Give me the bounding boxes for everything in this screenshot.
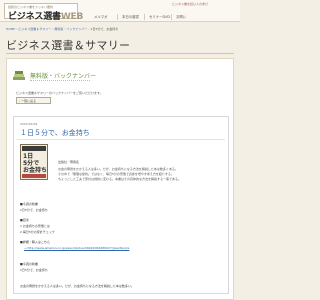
site-logo[interactable]: 話題のビジネス書をスッキリ要約 ビジネス選書WEB [4, 3, 83, 22]
title-divider [6, 53, 234, 54]
section-heading: ■今週の新書 [20, 262, 38, 266]
section-line: 1日5分で、お金持ち [20, 268, 48, 272]
article-lead-text: お金の問題をかかえる人は多い。だが、お金持ちになる方法を解説した本は数多くある。… [58, 167, 224, 182]
logo-title: ビジネス選書WEB [8, 9, 83, 22]
breadcrumb-separator: › [88, 27, 90, 31]
category-heading: 無料版・バックナンバー [30, 73, 97, 80]
site-header: 話題のビジネス書をスッキリ要約 ビジネス選書WEB ビジネス書を読む人の学び メ… [0, 0, 240, 22]
logo-main-text: ビジネス選書 [8, 12, 61, 22]
breadcrumb: HOME › ビジネス選書＆サマリー › 無料版・バックナンバー › 1日5分で… [6, 27, 118, 31]
section-heading: ■詳細・購入はこちら [20, 240, 50, 244]
nav-item-today[interactable]: 本日の選書 [117, 14, 144, 20]
breadcrumb-backnumber[interactable]: 無料版・バックナンバー [54, 27, 87, 31]
logo-web-text: WEB [60, 12, 84, 22]
section-line: 1 お金持ちの習慣とは [20, 224, 50, 228]
book-cover-footer [22, 174, 46, 178]
back-button-label: 一覧に戻る [21, 99, 37, 103]
book-cover-line: お金持ち [23, 167, 48, 174]
article-title[interactable]: １日５分で、お金持ち [20, 128, 90, 138]
site-tagline: ビジネス書を読む人の学び [172, 2, 209, 6]
nav-item-seminar[interactable]: セミナーDVD [144, 14, 171, 20]
book-stack-icon [13, 71, 25, 80]
category-intro: ビジネス選書＆サマリーのバックナンバーをご覧いただけます。 [16, 91, 103, 95]
breadcrumb-home[interactable]: HOME [6, 27, 15, 31]
book-cover-band [22, 146, 46, 151]
book-cover-line: 5分で [23, 160, 40, 167]
article-date: 2007/01/09 [20, 122, 38, 126]
article-book-info: 出版社／著者名 [58, 160, 80, 164]
main-nav: メルマガ 本日の選書 セミナーDVD お問い [90, 14, 198, 20]
article-footer-text: お金の問題をかかえる人は多い。だが、お金持ちになる方法を解説した本は数多い。 [20, 284, 134, 288]
section-line: 1日5分で、お金持ち [20, 208, 48, 212]
book-cover-image[interactable]: 1日 5分で お金持ち [20, 144, 48, 180]
back-to-list-button[interactable]: ‹ 一覧に戻る [16, 97, 51, 104]
section-line: 2 毎日5分の家計チェック [20, 230, 55, 234]
book-cover-title: 1日 5分で お金持ち [23, 153, 47, 174]
page-title: ビジネス選書＆サマリー [6, 39, 131, 52]
breadcrumb-summary[interactable]: ビジネス選書＆サマリー [18, 27, 51, 31]
breadcrumb-current: 1日5分で、お金持ち [90, 27, 119, 31]
nav-item-contact[interactable]: お問い [171, 14, 198, 20]
article-divider [17, 139, 225, 140]
section-heading: ■目次 [20, 218, 29, 222]
book-cover-line: 1日 [23, 153, 34, 160]
category-underline [30, 80, 90, 81]
article-lead-line: ちょっとした工夫で家計は劇的に変わる。本書はその具体的な方法を解説する一冊である… [58, 177, 181, 181]
nav-item-mailmag[interactable]: メルマガ [90, 14, 117, 20]
amazon-link[interactable]: → http://www.amazon.co.jp/exec/obidos/AS… [24, 246, 129, 250]
section-heading: ■今週の新書 [20, 202, 38, 206]
